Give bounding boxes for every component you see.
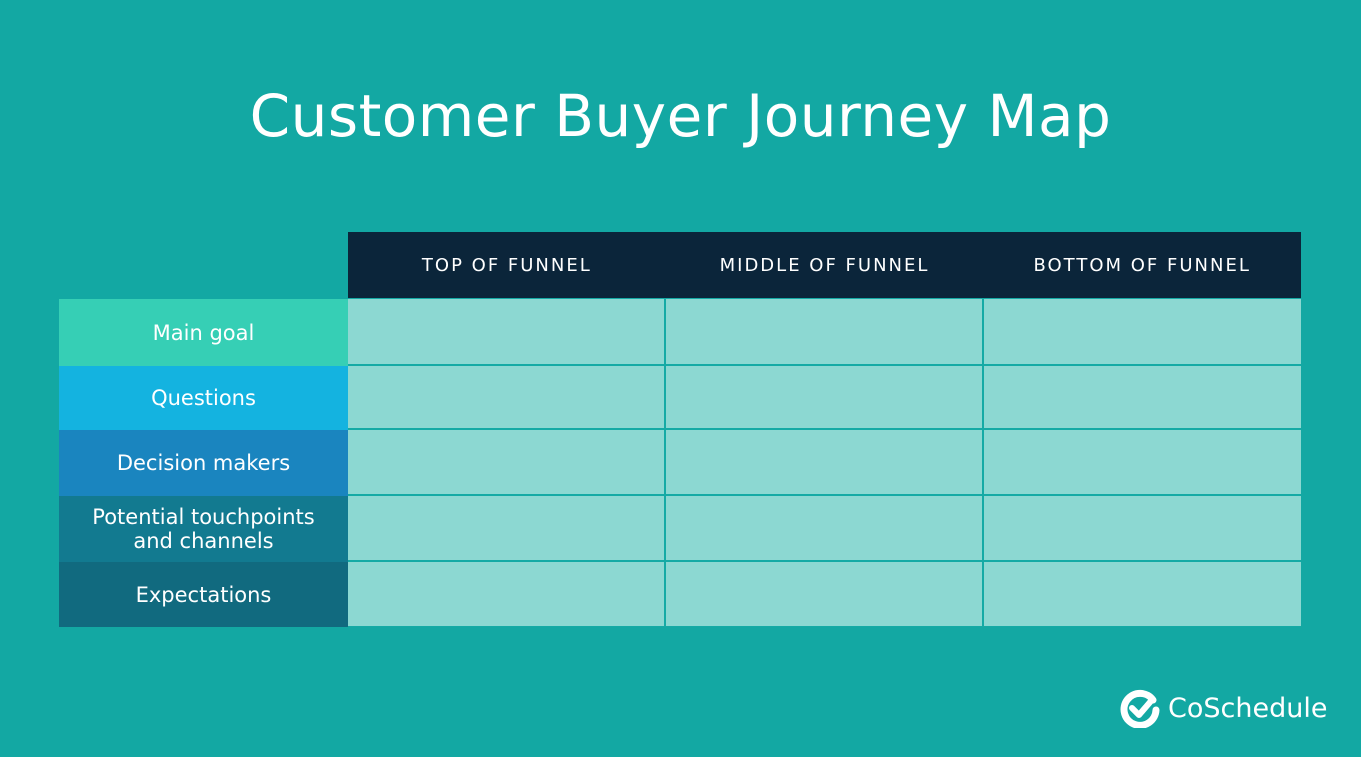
table-cell — [348, 496, 664, 560]
check-circle-icon — [1120, 689, 1160, 728]
column-header-middle: MIDDLE OF FUNNEL — [719, 254, 930, 276]
row-label-questions: Questions — [59, 366, 348, 430]
row-label-touchpoints: Potential touchpoints and channels — [59, 496, 348, 562]
column-header-top: TOP OF FUNNEL — [421, 254, 592, 276]
column-header-bottom: BOTTOM OF FUNNEL — [1033, 254, 1251, 276]
row-label-decision-makers: Decision makers — [59, 430, 348, 496]
table-cell — [666, 562, 982, 626]
table-cell — [666, 496, 982, 560]
table-cell — [666, 299, 982, 364]
table-cell — [666, 366, 982, 428]
row-label-expectations: Expectations — [59, 562, 348, 627]
brand-name: CoSchedule — [1168, 692, 1328, 724]
table-cell — [984, 430, 1301, 494]
table-cell — [984, 496, 1301, 560]
table-cell — [984, 366, 1301, 428]
table-cell — [666, 430, 982, 494]
table-cell — [348, 366, 664, 428]
table-cell — [348, 562, 664, 626]
table-cell — [348, 299, 664, 364]
journey-grid — [348, 298, 1301, 627]
table-header: TOP OF FUNNEL MIDDLE OF FUNNEL BOTTOM OF… — [348, 232, 1301, 298]
row-label-main-goal: Main goal — [59, 299, 348, 366]
page-title: Customer Buyer Journey Map — [249, 82, 1112, 150]
table-cell — [984, 299, 1301, 364]
table-cell — [348, 430, 664, 494]
coschedule-logo: CoSchedule — [1120, 688, 1327, 728]
table-cell — [984, 562, 1301, 626]
